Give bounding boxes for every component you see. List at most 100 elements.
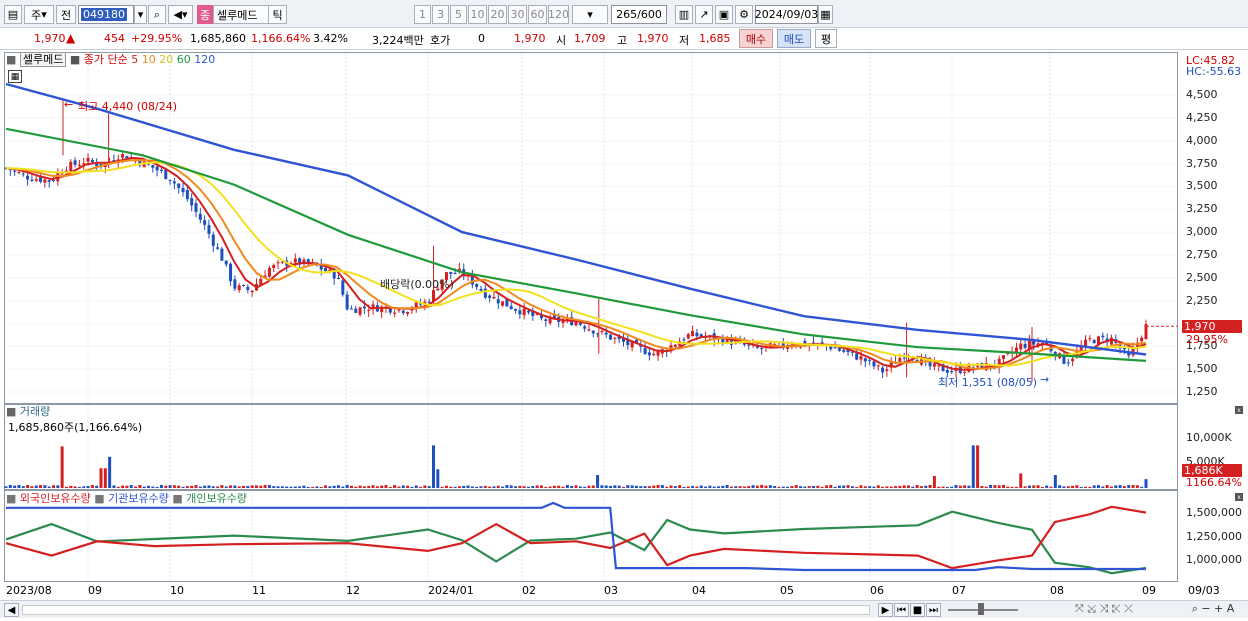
volume-bar <box>535 485 539 488</box>
candle-body <box>427 301 431 303</box>
volume-bar <box>751 485 755 488</box>
scrollbar-track[interactable] <box>22 605 870 615</box>
candle-body <box>950 370 954 373</box>
candle-body <box>229 263 233 282</box>
volume-bar <box>863 486 867 488</box>
scroll-right-icon[interactable]: ▶ <box>878 603 893 617</box>
volume-bar <box>859 485 863 488</box>
volume-bar <box>1036 485 1040 488</box>
volume-bar <box>406 485 410 488</box>
candle-body <box>963 371 967 373</box>
price-tick-6: 3,000 <box>1186 225 1218 239</box>
volume-bar <box>518 485 522 488</box>
candle-body <box>43 179 47 183</box>
first-icon[interactable]: ⏮ <box>894 603 909 617</box>
volume-bar <box>583 486 587 488</box>
volume-bar <box>829 484 833 488</box>
volume-bar <box>121 485 125 488</box>
volume-bar <box>30 486 34 488</box>
x-end-label: 09/03 <box>1188 584 1220 597</box>
candle-body <box>859 356 863 360</box>
volume-bar <box>311 486 315 488</box>
candle-body <box>643 348 647 354</box>
zoom-tools[interactable]: ⌕ − + A <box>1180 601 1246 617</box>
scroll-left-icon[interactable]: ◀ <box>4 603 19 617</box>
volume-bar <box>207 485 211 488</box>
volume-bar <box>470 486 474 488</box>
volume-bar <box>812 486 815 488</box>
volume-bar <box>332 485 336 488</box>
volume-bar <box>1062 486 1066 488</box>
volume-bar <box>1023 486 1027 488</box>
volume-bar <box>704 486 708 488</box>
volume-bar <box>984 486 988 488</box>
candle-body <box>242 284 245 286</box>
volume-bar <box>483 485 487 488</box>
grid-toggle-icon[interactable]: ▦ <box>8 70 22 83</box>
candle-body <box>492 296 496 299</box>
volume-bar <box>371 485 375 488</box>
candle-body <box>345 294 349 310</box>
volume-bar <box>367 485 371 488</box>
draw-tools[interactable]: ⤧ ⤩ ⤨ ⤪ ⤫ <box>1075 601 1185 617</box>
candle-body <box>151 165 155 168</box>
volume-bar <box>375 486 379 488</box>
volume-bar <box>229 485 233 488</box>
volume-bar <box>1019 473 1023 488</box>
volume-value-text: 1,685,860주(1,166.64%) <box>8 421 143 434</box>
candle-body <box>686 334 690 339</box>
volume-bar <box>1053 475 1057 488</box>
volume-bar <box>958 485 962 488</box>
stop-icon[interactable]: ■ <box>910 603 925 617</box>
holder-marker-icon-2: ■ <box>94 492 105 505</box>
volume-bar <box>617 485 621 488</box>
volume-bar <box>725 484 729 488</box>
zoom-slider-handle[interactable] <box>978 603 984 615</box>
ma-legend-10: 10 <box>141 53 156 66</box>
price-tick-7: 2,750 <box>1186 247 1218 261</box>
volume-bar <box>634 485 638 488</box>
volume-bar <box>190 485 194 488</box>
volume-bar <box>181 486 185 488</box>
last-icon[interactable]: ⏭ <box>926 603 941 617</box>
candle-body <box>1019 343 1023 350</box>
volume-bar <box>755 485 759 488</box>
candle-body <box>216 247 220 249</box>
volume-bar <box>937 486 941 488</box>
volume-bar <box>60 446 64 488</box>
candle-body <box>1088 338 1092 340</box>
price-tick-8: 2,500 <box>1186 270 1218 284</box>
candle-body <box>155 166 159 171</box>
volume-bar <box>747 486 751 488</box>
candle-body <box>246 286 250 290</box>
volume-bar <box>1075 485 1079 488</box>
volume-bar <box>185 486 189 488</box>
legend-marker-icon: ■ <box>6 53 17 66</box>
candle-body <box>872 361 876 367</box>
volume-bar <box>989 485 993 488</box>
volume-bar <box>954 484 958 488</box>
candle-body <box>30 179 34 181</box>
candle-body <box>86 157 90 162</box>
candle-body <box>591 330 595 334</box>
candle-body <box>488 295 492 298</box>
volume-bar <box>915 485 919 488</box>
x-label-9: 05 <box>780 584 794 597</box>
candle-body <box>656 351 660 356</box>
volume-bar <box>272 486 276 488</box>
candle-body <box>609 334 613 340</box>
volume-bar <box>881 486 885 488</box>
volume-bar <box>846 485 850 488</box>
volume-bar <box>1092 485 1096 488</box>
volume-bar <box>220 485 224 488</box>
candle-body <box>220 248 224 261</box>
candle-body <box>691 330 695 337</box>
volume-bar <box>246 485 250 488</box>
volume-bar <box>669 485 673 488</box>
candle-body <box>837 348 841 351</box>
volume-bar <box>682 486 686 488</box>
holder-marker-icon-3: ■ <box>172 492 183 505</box>
volume-bar <box>738 486 742 488</box>
volume-bar <box>17 484 21 488</box>
ma5-line <box>5 156 1147 371</box>
